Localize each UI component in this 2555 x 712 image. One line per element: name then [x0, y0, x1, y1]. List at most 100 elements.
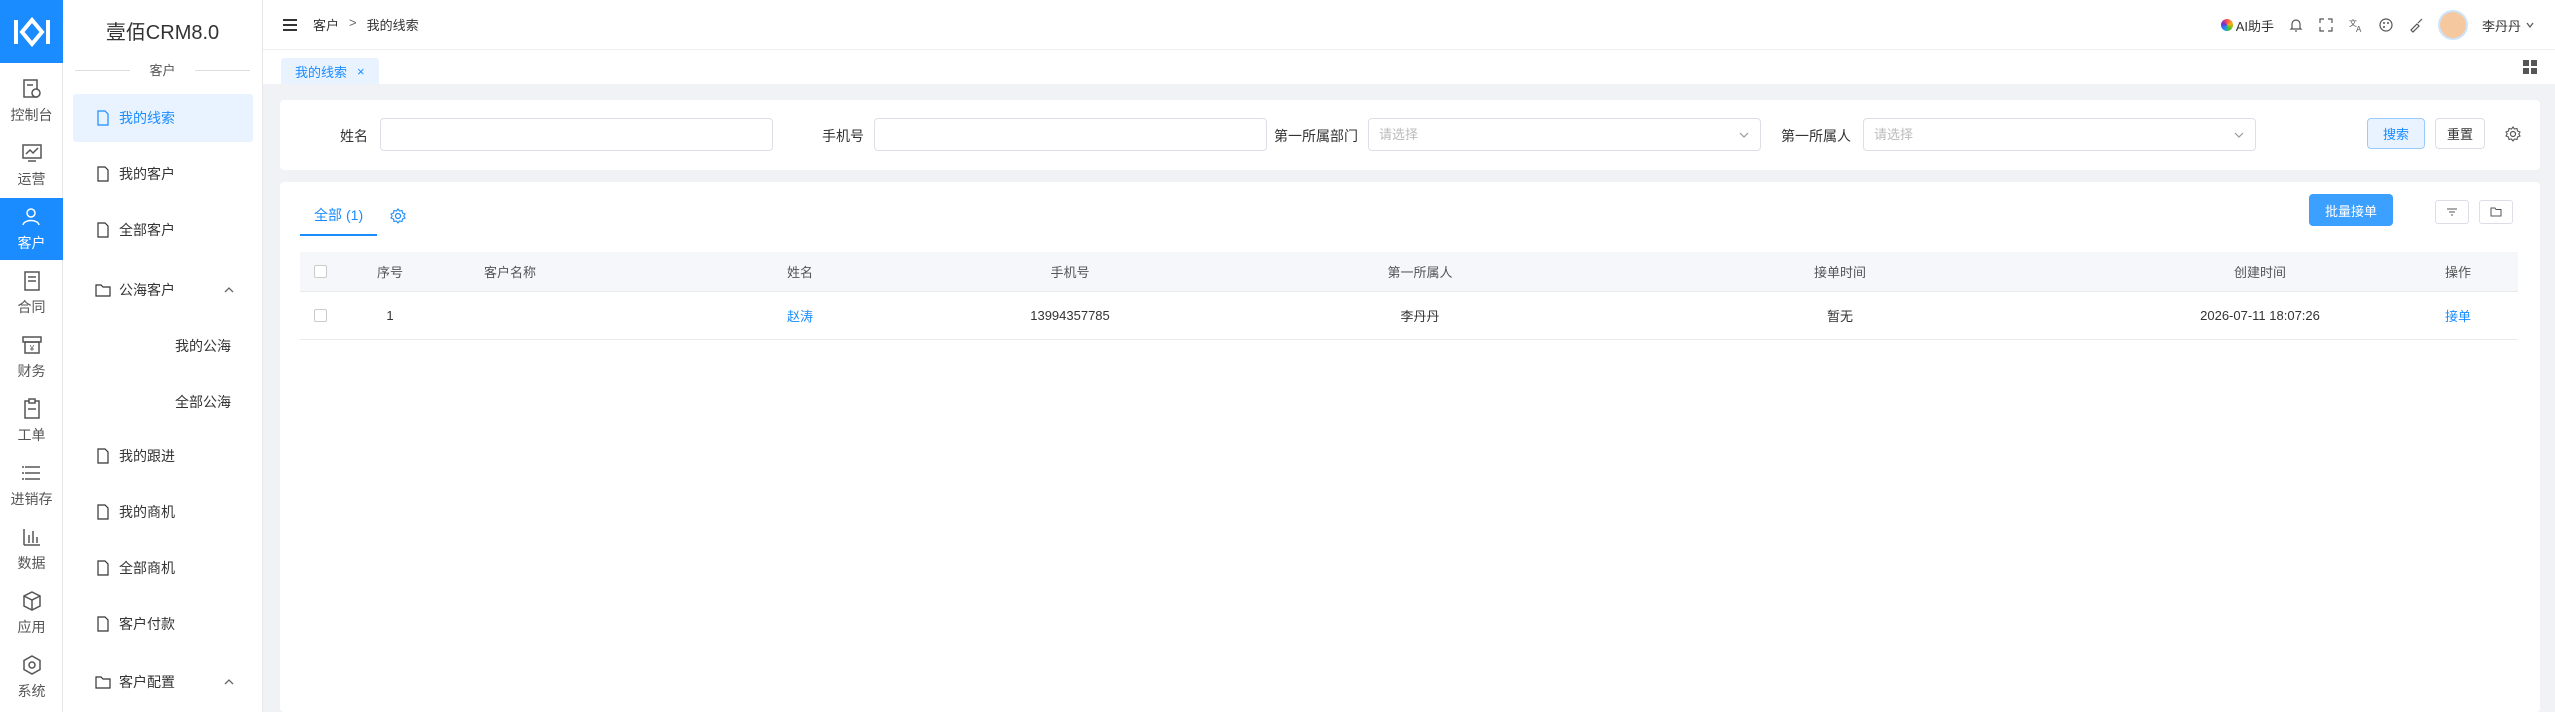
row-checkbox[interactable]: [313, 309, 327, 322]
column-header: 操作: [2444, 265, 2471, 280]
rail-item-customer[interactable]: 客户: [0, 198, 63, 260]
column-filter-button[interactable]: [2435, 200, 2469, 224]
tab-settings-gear-icon[interactable]: [390, 208, 406, 224]
select-all-cell: [300, 252, 340, 291]
rail-label: 合同: [17, 299, 46, 315]
column-header: 手机号: [1050, 265, 1090, 280]
rail-label: 运营: [17, 171, 46, 187]
rail-item-contract[interactable]: 合同: [0, 262, 63, 324]
row-customer-name: [450, 292, 570, 339]
menu-item-label: 客户付款: [119, 616, 175, 632]
row-created-time: 2026-07-11 18:07:26: [2200, 308, 2320, 323]
phone-label: 手机号: [822, 128, 864, 144]
rail-label: 系统: [17, 683, 46, 699]
menu-item-all-customers[interactable]: 全部客户: [73, 206, 253, 254]
menu-item-label: 我的客户: [119, 166, 175, 182]
user-menu[interactable]: 李丹丹: [2482, 16, 2535, 35]
menu-toggle-icon[interactable]: [283, 18, 297, 31]
breadcrumb: 客户 > 我的线索: [313, 15, 419, 34]
contract-icon: [23, 271, 40, 291]
select-all-checkbox[interactable]: [313, 265, 327, 278]
menu-item-all-opportunities[interactable]: 全部商机: [73, 544, 253, 592]
menu-item-label: 我的商机: [119, 504, 175, 520]
palette-icon[interactable]: [2378, 17, 2394, 33]
rail-label: 工单: [17, 427, 46, 443]
menu-group-customer-config[interactable]: 客户配置: [73, 658, 253, 706]
top-bar: 客户 > 我的线索 AI助手 文A 李丹丹: [263, 0, 2555, 50]
menu-item-my-pool[interactable]: 我的公海: [175, 336, 231, 356]
ai-assistant-button[interactable]: AI助手: [2220, 16, 2274, 35]
top-tools: AI助手 文A 李丹丹: [2220, 0, 2535, 50]
row-phone: 13994357785: [1030, 308, 1110, 323]
menu-item-label: 我的跟进: [119, 448, 175, 464]
row-accept-time: 暂无: [1826, 309, 1853, 324]
column-header: 序号: [376, 265, 403, 280]
folder-icon: [95, 284, 111, 297]
phone-input[interactable]: [874, 118, 1267, 151]
clear-cache-icon[interactable]: [2408, 17, 2424, 33]
gear-icon[interactable]: [2505, 126, 2521, 142]
rail-label: 数据: [17, 555, 46, 571]
svg-text:¥: ¥: [28, 344, 34, 353]
secondary-menu: 壹佰CRM8.0 客户 我的线索 我的客户 全部客户 公海客户 我的公海 全部公…: [63, 0, 263, 712]
column-header: 第一所属人: [1387, 265, 1453, 280]
export-button[interactable]: [2479, 200, 2513, 224]
row-name-link[interactable]: 赵涛: [720, 292, 880, 339]
operations-icon: [21, 144, 42, 162]
dept-select[interactable]: 请选择: [1368, 118, 1761, 151]
menu-item-label: 全部客户: [119, 222, 175, 238]
rail-item-system[interactable]: 系统: [0, 646, 63, 708]
rail-item-inventory[interactable]: 进销存: [0, 454, 63, 516]
svg-text:A: A: [2356, 25, 2362, 33]
menu-item-my-followups[interactable]: 我的跟进: [73, 432, 253, 480]
page-tabs-bar: 我的线索 ×: [263, 50, 2555, 84]
menu-group-public-pool[interactable]: 公海客户: [73, 266, 253, 314]
search-button[interactable]: 搜索: [2367, 118, 2425, 149]
owner-placeholder: 请选择: [1874, 127, 1914, 142]
menu-item-my-leads[interactable]: 我的线索: [73, 94, 253, 142]
document-icon: [97, 166, 109, 182]
table-row[interactable]: 1 赵涛 13994357785 李丹丹 暂无 2026-07-11 18:07…: [300, 292, 2518, 340]
rail-item-operations[interactable]: 运营: [0, 134, 63, 196]
menu-item-my-opportunities[interactable]: 我的商机: [73, 488, 253, 536]
rail-label: 应用: [17, 619, 46, 635]
document-icon: [97, 504, 109, 520]
finance-icon: ¥: [21, 336, 42, 354]
menu-item-all-pool[interactable]: 全部公海: [175, 392, 231, 412]
menu-item-customer-payments[interactable]: 客户付款: [73, 600, 253, 648]
menu-section-title: 客户: [63, 60, 262, 80]
owner-select[interactable]: 请选择: [1863, 118, 2256, 151]
apps-icon: [22, 591, 41, 611]
tab-label: 我的线索: [295, 64, 348, 80]
list-panel: 全部 (1) 批量接单 序号 客户名称 姓名 手机号 第一所属人 接单时间 创建…: [280, 182, 2540, 712]
name-input[interactable]: [380, 118, 773, 151]
avatar[interactable]: [2437, 10, 2468, 40]
document-icon: [97, 616, 109, 632]
translate-icon[interactable]: 文A: [2348, 17, 2364, 33]
document-icon: [97, 222, 109, 238]
app-logo[interactable]: [0, 0, 63, 63]
rail-item-finance[interactable]: ¥ 财务: [0, 326, 63, 388]
tab-all[interactable]: 全部 (1): [300, 196, 378, 236]
fullscreen-icon[interactable]: [2318, 17, 2334, 33]
reset-button[interactable]: 重置: [2435, 118, 2485, 149]
rail-item-data[interactable]: 数据: [0, 518, 63, 580]
breadcrumb-root[interactable]: 客户: [313, 15, 339, 34]
user-name: 李丹丹: [2481, 18, 2521, 34]
rail-item-apps[interactable]: 应用: [0, 582, 63, 644]
chevron-down-icon: [2234, 132, 2244, 138]
chevron-up-icon: [224, 287, 234, 293]
row-owner: 李丹丹: [1400, 309, 1440, 324]
tab-close-icon[interactable]: ×: [357, 64, 365, 79]
rail-item-ticket[interactable]: 工单: [0, 390, 63, 452]
bulk-accept-button[interactable]: 批量接单: [2309, 194, 2393, 226]
bell-icon[interactable]: [2288, 17, 2304, 33]
row-accept-action[interactable]: 接单: [2418, 292, 2498, 339]
tab-my-leads[interactable]: 我的线索 ×: [281, 58, 379, 84]
ai-icon: [2220, 19, 2233, 31]
grid-icon[interactable]: [2523, 60, 2537, 74]
menu-item-my-customers[interactable]: 我的客户: [73, 150, 253, 198]
rail-item-dashboard[interactable]: 控制台: [0, 70, 63, 132]
app-title: 壹佰CRM8.0: [105, 21, 220, 44]
rail-label: 客户: [17, 235, 46, 251]
